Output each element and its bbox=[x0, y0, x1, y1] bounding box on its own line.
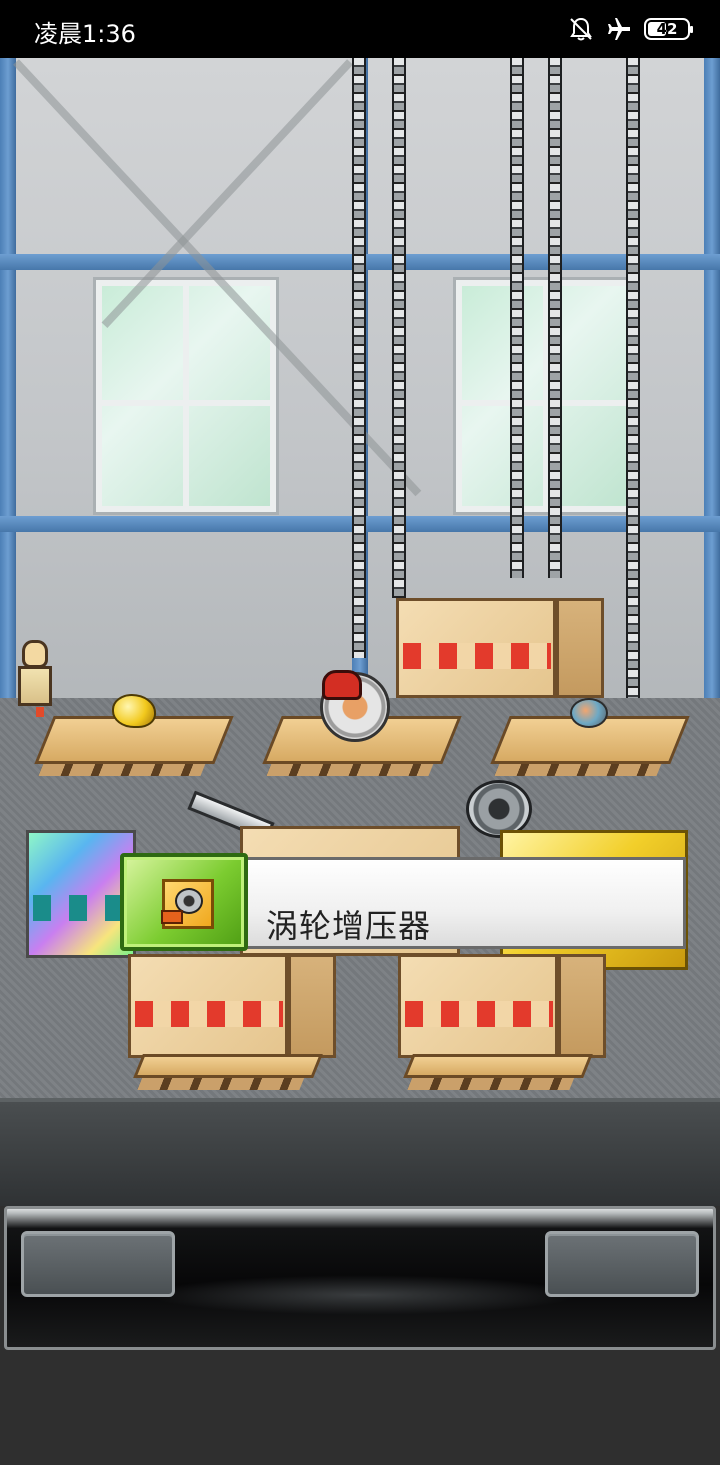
item-icon-tile bbox=[120, 853, 248, 951]
wooden-crate[interactable] bbox=[398, 954, 606, 1058]
hanging-chain bbox=[626, 58, 640, 708]
status-bar: 凌晨1:36 42 bbox=[0, 0, 720, 58]
right-button[interactable] bbox=[545, 1231, 699, 1297]
hanging-crate[interactable] bbox=[396, 598, 604, 698]
control-panel bbox=[0, 1206, 720, 1465]
bell-off-icon bbox=[570, 17, 592, 41]
wall-pillar bbox=[0, 58, 16, 708]
hanging-chain bbox=[548, 58, 562, 578]
status-icons: 42 bbox=[568, 14, 693, 44]
left-button[interactable] bbox=[21, 1231, 175, 1297]
warehouse-window bbox=[456, 280, 636, 512]
item-popup[interactable]: 涡轮增压器 bbox=[120, 853, 690, 951]
gold-nugget-icon[interactable] bbox=[112, 694, 156, 728]
wooden-crate[interactable] bbox=[128, 954, 336, 1058]
turbocharger-icon bbox=[161, 879, 214, 929]
status-time: 凌晨1:36 bbox=[34, 20, 136, 48]
wall-pillar bbox=[704, 58, 720, 708]
floor-edge bbox=[0, 1098, 720, 1206]
player-character[interactable] bbox=[16, 640, 54, 717]
steel-bar-icon[interactable] bbox=[187, 790, 275, 842]
pallet bbox=[133, 1054, 323, 1078]
airplane-mode-icon bbox=[608, 18, 630, 40]
hanging-chain bbox=[352, 58, 366, 658]
mineral-ore-icon[interactable] bbox=[570, 698, 608, 728]
battery-level: 42 bbox=[656, 20, 678, 38]
battery-icon: 42 bbox=[644, 18, 693, 40]
hanging-chain bbox=[392, 58, 406, 598]
pallet bbox=[403, 1054, 593, 1078]
item-name: 涡轮增压器 bbox=[266, 907, 432, 945]
brake-disc-icon[interactable] bbox=[320, 670, 390, 742]
control-panel-frame bbox=[4, 1206, 716, 1350]
hanging-chain bbox=[510, 58, 524, 578]
game-scene[interactable]: 涡轮增压器 bbox=[0, 58, 720, 1206]
